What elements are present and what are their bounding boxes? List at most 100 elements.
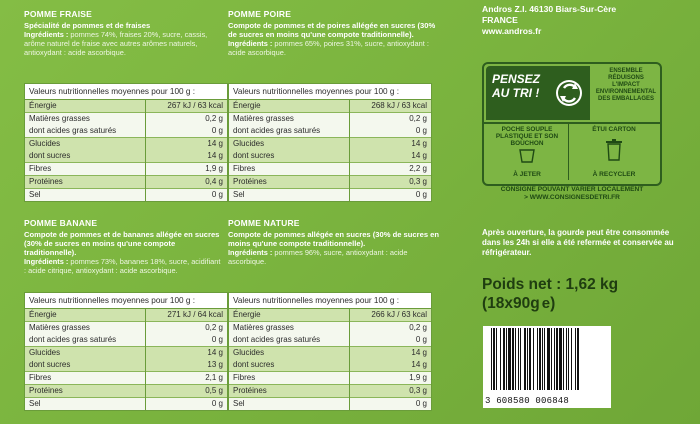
product-title: POMME FRAISE — [24, 9, 93, 19]
nutrient-label: Protéines — [23, 175, 147, 189]
nutrient-value: 0 g — [145, 125, 228, 138]
product-pomme-nature: POMME NATURE Compote de pommes allégée e… — [228, 218, 440, 266]
nutrient-value: 267 kJ / 63 kcal — [145, 99, 228, 113]
nutrient-label: Glucides — [23, 137, 147, 150]
estimated-sign: e — [541, 295, 551, 312]
recycling-info: PENSEZ AU TRI ! ENSEMBLE RÉDUISONS L'IMP… — [482, 62, 662, 186]
portion-count: (18x90g — [482, 295, 540, 312]
product-ingredients: Ingrédients : pommes 73%, bananes 18%, s… — [24, 257, 221, 275]
nutrient-label: dont acides gras saturés — [227, 334, 351, 347]
product-pomme-fraise: POMME FRAISE Spécialité de pommes et de … — [24, 9, 229, 57]
nutrient-value: 14 g — [145, 137, 228, 150]
nutrient-value: 0,2 g — [145, 321, 228, 334]
nutrient-value: 268 kJ / 63 kcal — [349, 99, 432, 113]
manufacturer-address: Andros Z.I. 46130 Biars-Sur-Cère FRANCE … — [482, 4, 616, 37]
product-description: Compote de pommes allégée en sucres (30%… — [228, 230, 440, 248]
nutrient-label: Sel — [23, 397, 147, 411]
paren: ) — [550, 295, 556, 312]
nutrient-label: Sel — [227, 397, 351, 411]
product-ingredients: Ingrédients : pommes 65%, poires 31%, su… — [228, 39, 429, 57]
item-label: POCHE SOUPLE PLASTIQUE ET SON BOUCHON — [495, 126, 559, 147]
nutrient-value: 0,2 g — [349, 321, 432, 334]
nutrient-label: Fibres — [227, 371, 351, 385]
consigne-line: CONSIGNE POUVANT VARIER LOCALEMENT — [500, 186, 644, 193]
nutrient-value: 14 g — [349, 137, 432, 150]
barcode-number: 3 608580 006848 — [485, 396, 570, 406]
nutrient-value: 0 g — [349, 397, 432, 411]
product-pomme-poire: POMME POIRE Compote de pommes et de poir… — [228, 9, 443, 57]
consigne-link[interactable]: > WWW.CONSIGNESDETRI.FR — [482, 194, 662, 202]
nutrient-value: 14 g — [349, 346, 432, 359]
product-pomme-banane: POMME BANANE Compote de pommes et de ban… — [24, 218, 224, 275]
ensemble-text: ENSEMBLE RÉDUISONS L'IMPACT ENVIRONNEMEN… — [595, 68, 657, 102]
product-title: POMME POIRE — [228, 9, 292, 19]
nutrient-label: dont sucres — [227, 150, 351, 163]
nutrient-value: 266 kJ / 63 kcal — [349, 308, 432, 322]
nutrient-label: Sel — [23, 188, 147, 202]
nutrient-value: 0,5 g — [145, 384, 228, 398]
nutrient-label: Matières grasses — [23, 321, 147, 334]
nutrient-value: 0 g — [349, 334, 432, 347]
nutrient-label: Fibres — [23, 162, 147, 176]
nutrient-label: Protéines — [227, 175, 351, 189]
nutrient-label: dont sucres — [23, 359, 147, 372]
nutrient-value: 1,9 g — [145, 162, 228, 176]
nutrient-label: Sel — [227, 188, 351, 202]
nutrient-value: 2,2 g — [349, 162, 432, 176]
pensez-au-tri: PENSEZ AU TRI ! — [486, 66, 590, 120]
product-description: Compote de pommes et de bananes allégée … — [24, 230, 220, 257]
product-ingredients: Ingrédients : pommes 96%, sucre, antioxy… — [228, 248, 408, 266]
product-description: Spécialité de pommes et de fraises — [24, 21, 151, 30]
nutrient-label: Énergie — [227, 99, 351, 113]
nutrient-value: 14 g — [349, 359, 432, 372]
nutrition-table-nature: Valeurs nutritionnelles moyennes pour 10… — [227, 292, 432, 411]
nutrition-header: Valeurs nutritionnelles moyennes pour 10… — [24, 83, 228, 100]
product-description: Compote de pommes et de poires allégée e… — [228, 21, 436, 39]
product-ingredients: Ingrédients : pommes 74%, fraises 20%, s… — [24, 30, 208, 57]
recycle-bin-icon — [606, 139, 622, 161]
triman-icon — [556, 80, 582, 106]
nutrient-value: 14 g — [349, 150, 432, 163]
nutrient-label: dont sucres — [23, 150, 147, 163]
nutrient-label: Protéines — [227, 384, 351, 398]
nutrient-value: 0 g — [145, 334, 228, 347]
nutrient-label: Énergie — [23, 308, 147, 322]
nutrition-header: Valeurs nutritionnelles moyennes pour 10… — [228, 83, 432, 100]
nutrient-value: 0,2 g — [145, 112, 228, 125]
nutrient-label: Matières grasses — [227, 112, 351, 125]
nutrient-label: Fibres — [23, 371, 147, 385]
item-action: À RECYCLER — [592, 171, 636, 178]
item-label: ÉTUI CARTON — [592, 126, 636, 133]
website-link[interactable]: www.andros.fr — [482, 26, 616, 37]
nutrition-header: Valeurs nutritionnelles moyennes pour 10… — [24, 292, 228, 309]
consigne-text: CONSIGNE POUVANT VARIER LOCALEMENT > WWW… — [482, 186, 662, 202]
pensez-label: PENSEZ AU TRI ! — [492, 72, 541, 100]
nutrient-value: 0 g — [145, 188, 228, 202]
nutrient-label: Glucides — [227, 346, 351, 359]
product-title: POMME NATURE — [228, 218, 300, 228]
barcode-bars — [491, 328, 579, 390]
nutrient-value: 13 g — [145, 359, 228, 372]
nutrient-value: 2,1 g — [145, 371, 228, 385]
nutrient-label: dont sucres — [227, 359, 351, 372]
nutrient-value: 0,2 g — [349, 112, 432, 125]
product-title: POMME BANANE — [24, 218, 98, 228]
net-weight: Poids net : 1,62 kg (18x90g e) — [482, 275, 618, 313]
nutrient-label: dont acides gras saturés — [23, 125, 147, 138]
item-action: À JETER — [513, 171, 541, 178]
nutrient-value: 14 g — [145, 150, 228, 163]
nutrient-value: 271 kJ / 64 kcal — [145, 308, 228, 322]
nutrient-label: dont acides gras saturés — [227, 125, 351, 138]
nutrient-value: 0 g — [349, 188, 432, 202]
nutrient-label: Matières grasses — [227, 321, 351, 334]
nutrient-label: Matières grasses — [23, 112, 147, 125]
nutrient-label: dont acides gras saturés — [23, 334, 147, 347]
nutrient-value: 0,4 g — [145, 175, 228, 189]
nutrient-label: Fibres — [227, 162, 351, 176]
nutrient-label: Glucides — [227, 137, 351, 150]
nutrition-table-fraise: Valeurs nutritionnelles moyennes pour 10… — [23, 83, 228, 202]
storage-advice: Après ouverture, la gourde peut être con… — [482, 228, 674, 257]
nutrient-value: 0,3 g — [349, 384, 432, 398]
address-country: FRANCE — [482, 15, 518, 25]
address-line: Andros Z.I. 46130 Biars-Sur-Cère — [482, 4, 617, 14]
